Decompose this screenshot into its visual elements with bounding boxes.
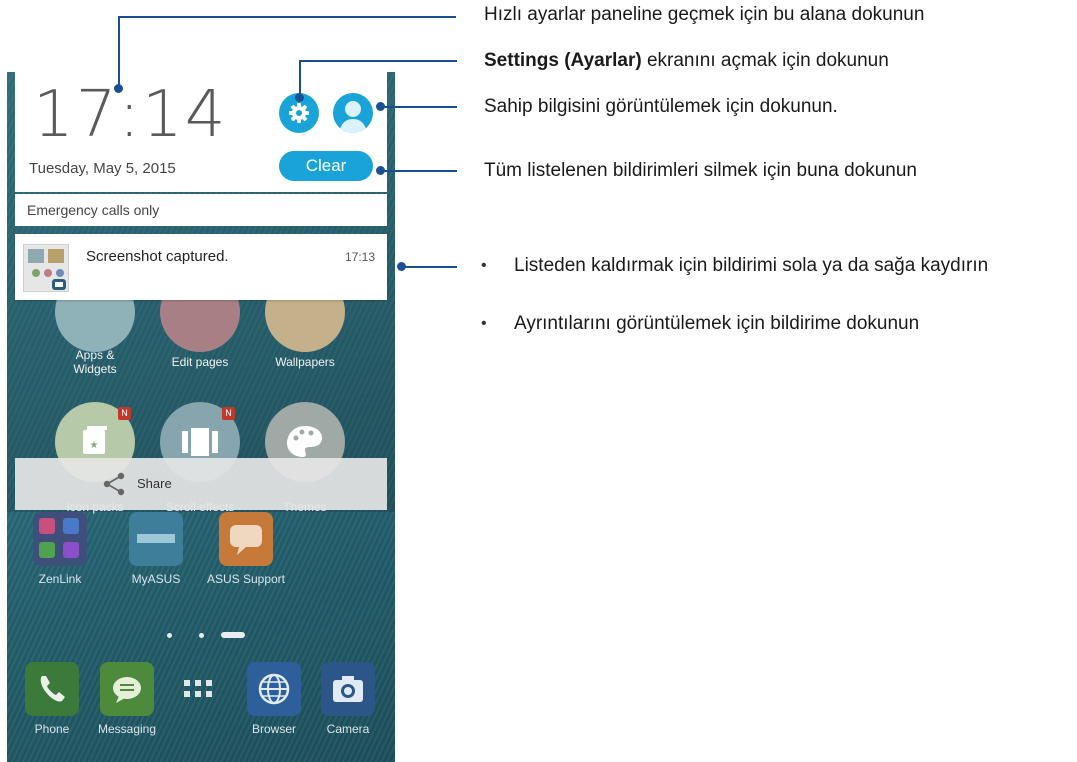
folder-icon [39, 518, 79, 558]
apps-widgets-label: Apps & Widgets [73, 348, 117, 376]
all-apps-button[interactable] [181, 677, 215, 701]
zenlink-folder[interactable] [33, 512, 87, 566]
callout-details: Ayrıntılarını görüntülemek için bildirim… [514, 313, 920, 334]
callout-line [118, 16, 120, 88]
callout-dot [114, 84, 123, 93]
date: Tuesday, May 5, 2015 [29, 160, 176, 177]
screenshot-notification[interactable]: Screenshot captured. 17:13 [15, 234, 387, 300]
callout-owner: Sahip bilgisini görüntülemek için dokunu… [484, 96, 838, 117]
camera-label: Camera [326, 722, 370, 736]
page-indicator-dot [167, 633, 172, 638]
owner-avatar-button[interactable] [333, 93, 373, 133]
callout-settings-rest: ekranını açmak için dokunun [641, 50, 889, 71]
svg-text:★: ★ [90, 440, 99, 451]
emergency-status: Emergency calls only [15, 194, 387, 226]
myasus-app[interactable] [129, 512, 183, 566]
edit-pages-label: Edit pages [171, 355, 229, 369]
share-bar[interactable]: Share [15, 458, 387, 510]
bullet-marker: • [481, 315, 487, 332]
page-indicator-current [221, 632, 245, 638]
camera-app[interactable] [321, 662, 375, 716]
phone-screen: Apps & Widgets Edit pages Wallpapers ★ N… [7, 72, 395, 762]
callout-line [401, 266, 457, 268]
notification-title: Screenshot captured. [86, 248, 229, 265]
wallpapers-label: Wallpapers [275, 355, 335, 369]
callout-line [299, 60, 457, 62]
phone-icon [40, 676, 65, 702]
bullet-marker: • [481, 257, 487, 274]
browser-app[interactable] [247, 662, 301, 716]
callout-line [380, 170, 457, 172]
callout-dot [397, 262, 406, 271]
callout-quick-settings: Hızlı ayarlar paneline geçmek için bu al… [484, 4, 925, 25]
callout-swipe: Listeden kaldırmak için bildirimi sola y… [514, 255, 989, 276]
callout-dot [295, 93, 304, 102]
asus-logo-icon [137, 534, 175, 543]
asus-support-label: ASUS Support [206, 572, 286, 586]
callout-line [299, 60, 301, 97]
new-badge: N [118, 407, 131, 420]
new-badge: N [222, 407, 235, 420]
callout-line [118, 16, 456, 18]
callout-clear: Tüm listelenen bildirimleri silmek için … [484, 160, 917, 181]
zenlink-label: ZenLink [38, 572, 82, 586]
globe-icon [258, 673, 290, 705]
share-icon [103, 472, 125, 496]
phone-app[interactable] [25, 662, 79, 716]
clear-button[interactable]: Clear [279, 151, 373, 181]
screenshot-thumbnail-icon [23, 244, 69, 292]
messaging-label: Messaging [97, 722, 157, 736]
quick-settings-header[interactable]: 17:14 Tuesday, May 5, 2015 Clear [15, 72, 387, 192]
camera-icon [333, 676, 363, 702]
messaging-app[interactable] [100, 662, 154, 716]
app-drawer-icon [184, 680, 212, 697]
clock: 17:14 [33, 78, 228, 152]
user-avatar-icon [339, 101, 367, 133]
chat-bubble-icon [230, 525, 262, 555]
callout-settings-bold: Settings (Ayarlar) [484, 50, 642, 71]
callout-dot [376, 166, 385, 175]
myasus-label: MyASUS [131, 572, 181, 586]
callout-settings: Settings (Ayarlar) ekranını açmak için d… [484, 50, 889, 72]
callout-line [380, 106, 457, 108]
page-indicator-dot [199, 633, 204, 638]
message-icon [113, 677, 141, 703]
share-label: Share [137, 476, 172, 491]
asus-support-app[interactable] [219, 512, 273, 566]
notification-time: 17:13 [344, 250, 375, 264]
callout-dot [376, 102, 385, 111]
